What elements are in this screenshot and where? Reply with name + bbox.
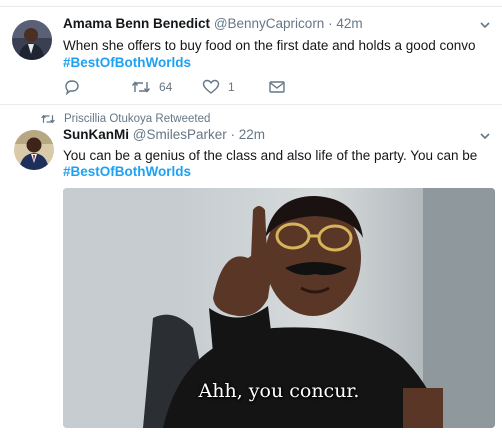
reply-icon: [65, 80, 79, 95]
author-handle[interactable]: @SmilesParker: [133, 127, 227, 142]
tweet-1[interactable]: Amama Benn Benedict @BennyCapricorn · 42…: [0, 0, 502, 104]
hashtag-link[interactable]: #BestOfBothWorlds: [63, 55, 191, 70]
author-name[interactable]: SunKanMi: [63, 127, 129, 142]
retweet-count: 64: [159, 80, 173, 94]
hashtag-link[interactable]: #BestOfBothWorlds: [63, 164, 191, 179]
direct-message-button[interactable]: [268, 78, 286, 96]
retweet-icon: [131, 81, 151, 93]
retweet-button[interactable]: 64: [131, 78, 172, 96]
tweet-media-gif[interactable]: Ahh, you concur.: [63, 188, 495, 428]
tweet-header: SunKanMi @SmilesParker · 22m: [63, 127, 265, 142]
tweet-time[interactable]: · 42m: [328, 16, 363, 31]
chevron-down-icon[interactable]: [478, 129, 492, 143]
like-button[interactable]: 1: [202, 78, 235, 96]
chevron-down-icon[interactable]: [478, 18, 492, 32]
like-count: 1: [228, 80, 235, 94]
tweet-text: When she offers to buy food on the first…: [63, 38, 476, 53]
reply-button[interactable]: [63, 78, 81, 96]
avatar[interactable]: [14, 130, 54, 170]
tweet-header: Amama Benn Benedict @BennyCapricorn · 42…: [63, 16, 363, 31]
tweet-text: You can be a genius of the class and als…: [63, 148, 478, 163]
media-caption: Ahh, you concur.: [198, 380, 360, 402]
tweet-time[interactable]: · 22m: [231, 127, 266, 142]
author-name[interactable]: Amama Benn Benedict: [63, 16, 210, 31]
avatar[interactable]: [12, 20, 52, 60]
envelope-icon: [269, 81, 285, 93]
heart-icon: [202, 79, 220, 94]
author-handle[interactable]: @BennyCapricorn: [214, 16, 325, 31]
